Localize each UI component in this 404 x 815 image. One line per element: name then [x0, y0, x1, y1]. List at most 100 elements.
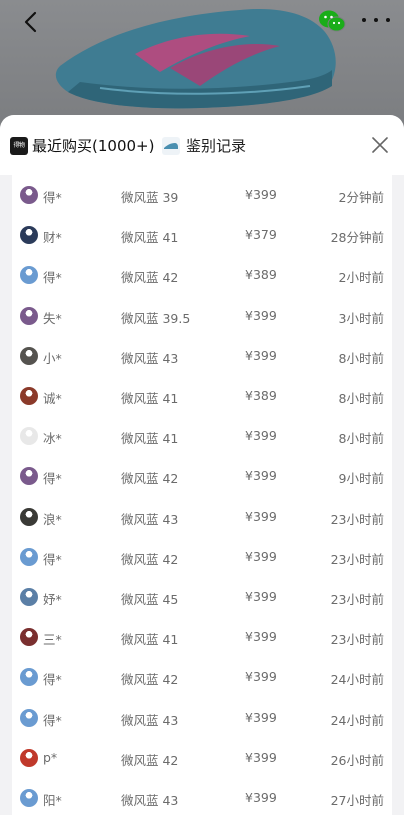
tab-authentication-records[interactable]: 鉴别记录 [162, 135, 246, 156]
size-label: 微风蓝 39.5 [121, 310, 191, 326]
price-label: ¥399 [245, 548, 277, 564]
purchase-list: 得* 微风蓝 39 ¥399 2分钟前 财* 微风蓝 41 ¥379 28分钟前 得* 微风蓝 4… [12, 175, 392, 815]
list-item: 失* 微风蓝 39.5 ¥399 3小时前 [12, 296, 392, 336]
time-label: 8小时前 [338, 350, 384, 366]
user-name: 得* [43, 471, 62, 487]
price-label: ¥399 [245, 307, 277, 323]
dot [374, 18, 378, 22]
list-item: p* 微风蓝 42 ¥399 26小时前 [12, 738, 392, 778]
time-label: 23小时前 [330, 551, 384, 567]
sheet-header: 得物 最近购买(1000+) 鉴别记录 [0, 115, 404, 175]
tab-auth-label: 鉴别记录 [186, 137, 247, 155]
product-hero [0, 0, 404, 130]
avatar [20, 266, 38, 285]
shoe-thumbnail-icon [162, 136, 180, 155]
user-name: 得* [43, 190, 62, 205]
user-name: 冰* [43, 431, 62, 447]
price-label: ¥399 [245, 347, 277, 363]
avatar [20, 507, 38, 526]
list-item: 得* 微风蓝 43 ¥399 24小时前 [12, 698, 392, 738]
price-label: ¥399 [245, 709, 277, 725]
size-label: 微风蓝 42 [121, 752, 179, 768]
user-name: 财* [43, 230, 62, 246]
purchase-history-sheet: 得物 最近购买(1000+) 鉴别记录 得* 微风蓝 39 ¥399 2分钟前财* 微风… [0, 115, 404, 815]
price-label: ¥399 [245, 508, 277, 524]
price-label: ¥389 [245, 267, 277, 283]
list-item: 冰* 微风蓝 41 ¥399 8小时前 [12, 416, 392, 456]
avatar [20, 668, 38, 687]
list-item: 得* 微风蓝 39 ¥399 2分钟前 [12, 175, 392, 215]
product-shoe-image [55, 8, 336, 109]
user-name: 诚* [43, 391, 62, 406]
size-label: 微风蓝 41 [121, 391, 179, 406]
back-button[interactable] [16, 8, 44, 36]
user-name: 失* [43, 310, 62, 326]
time-label: 9小时前 [338, 471, 384, 487]
user-name: 得* [43, 270, 62, 286]
price-label: ¥399 [245, 669, 277, 685]
time-label: 8小时前 [338, 431, 384, 447]
size-label: 微风蓝 41 [121, 632, 179, 648]
time-label: 23小时前 [330, 632, 384, 648]
avatar [20, 387, 38, 405]
user-name: 浪* [43, 511, 62, 527]
size-label: 微风蓝 41 [121, 431, 179, 447]
price-label: ¥389 [245, 388, 277, 403]
avatar [20, 748, 38, 767]
price-label: ¥399 [245, 749, 277, 765]
size-label: 微风蓝 42 [121, 471, 179, 487]
size-label: 微风蓝 45 [121, 592, 179, 607]
size-label: 微风蓝 43 [121, 511, 179, 527]
user-name: 小* [43, 350, 62, 366]
size-label: 微风蓝 39 [121, 190, 179, 205]
time-label: 2小时前 [338, 270, 384, 286]
time-label: 3小时前 [338, 310, 384, 326]
list-item: 财* 微风蓝 41 ¥379 28分钟前 [12, 215, 392, 255]
size-label: 微风蓝 43 [121, 350, 179, 366]
time-label: 28分钟前 [330, 230, 384, 246]
list-item: 得* 微风蓝 42 ¥399 9小时前 [12, 456, 392, 496]
time-label: 23小时前 [330, 511, 384, 527]
avatar [20, 346, 38, 365]
tab-recent-purchases[interactable]: 得物 最近购买(1000+) [10, 135, 154, 156]
avatar [20, 708, 38, 727]
price-label: ¥399 [245, 187, 277, 202]
time-label: 26小时前 [330, 752, 384, 768]
size-label: 微风蓝 43 [121, 712, 179, 728]
list-item: 阳* 微风蓝 43 ¥399 27小时前 [12, 778, 392, 815]
time-label: 24小时前 [330, 712, 384, 728]
list-item: 浪* 微风蓝 43 ¥399 23小时前 [12, 497, 392, 537]
dot [362, 18, 366, 22]
avatar [20, 588, 38, 606]
more-dots-icon[interactable] [362, 10, 390, 30]
close-icon[interactable] [370, 135, 390, 155]
avatar [20, 186, 38, 204]
size-label: 微风蓝 42 [121, 672, 179, 688]
time-label: 2分钟前 [338, 190, 384, 205]
avatar [20, 628, 38, 647]
price-label: ¥399 [245, 589, 277, 604]
list-item: 得* 微风蓝 42 ¥399 24小时前 [12, 657, 392, 697]
list-item: 三* 微风蓝 41 ¥399 23小时前 [12, 617, 392, 657]
price-label: ¥399 [245, 790, 277, 805]
avatar [20, 467, 38, 486]
tab-recent-label: 最近购买(1000+) [32, 137, 155, 155]
avatar [20, 789, 38, 807]
dot [386, 18, 390, 22]
user-name: p* [43, 749, 58, 765]
size-label: 微风蓝 41 [121, 230, 179, 246]
time-label: 8小时前 [338, 391, 384, 406]
size-label: 微风蓝 42 [121, 551, 179, 567]
time-label: 23小时前 [330, 592, 384, 607]
price-label: ¥399 [245, 428, 277, 444]
price-label: ¥399 [245, 468, 277, 484]
avatar [20, 547, 38, 566]
user-name: 得* [43, 712, 62, 728]
list-item: 小* 微风蓝 43 ¥399 8小时前 [12, 336, 392, 376]
list-item: 得* 微风蓝 42 ¥399 23小时前 [12, 537, 392, 577]
avatar [20, 226, 38, 245]
wechat-icon[interactable] [318, 8, 346, 34]
list-item: 得* 微风蓝 42 ¥389 2小时前 [12, 255, 392, 295]
price-label: ¥379 [245, 227, 277, 243]
user-name: 得* [43, 672, 62, 688]
